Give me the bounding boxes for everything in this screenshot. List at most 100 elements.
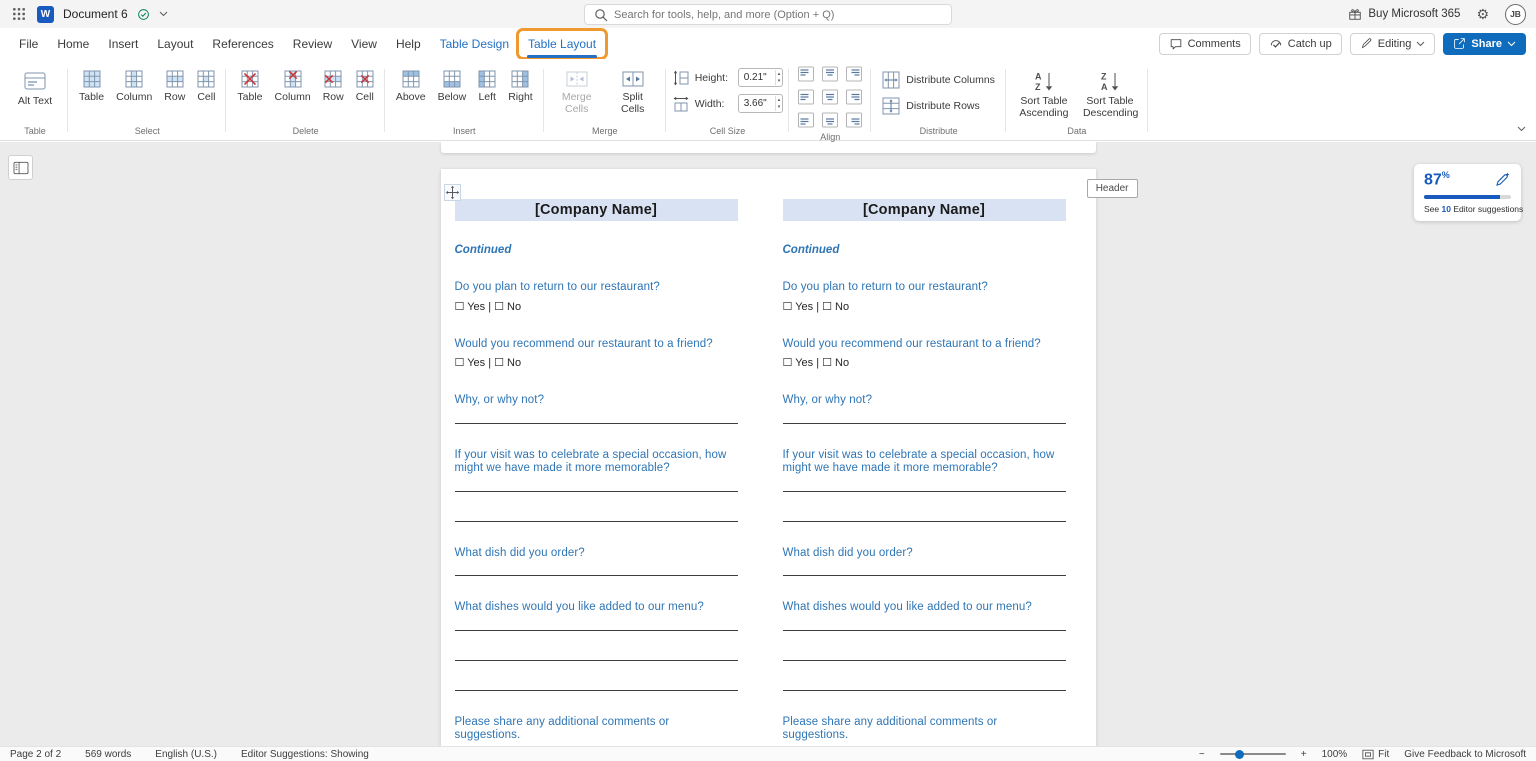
word-count[interactable]: 569 words bbox=[85, 749, 131, 760]
survey-question[interactable]: Please share any additional comments or … bbox=[455, 716, 738, 743]
continued-label[interactable]: Continued bbox=[455, 244, 738, 256]
word-logo[interactable]: W bbox=[37, 5, 54, 23]
zoom-level[interactable]: 100% bbox=[1322, 749, 1348, 760]
tab-table-layout[interactable]: Table Layout bbox=[515, 27, 609, 60]
survey-question[interactable]: If your visit was to celebrate a special… bbox=[783, 449, 1066, 476]
tab-layout[interactable]: Layout bbox=[148, 31, 202, 57]
answer-line[interactable] bbox=[782, 661, 1066, 691]
answer-line[interactable] bbox=[454, 476, 738, 492]
tab-help[interactable]: Help bbox=[387, 31, 430, 57]
tab-file[interactable]: File bbox=[10, 31, 47, 57]
answer-line[interactable] bbox=[782, 631, 1066, 661]
merge-cells-button[interactable]: Merge Cells bbox=[550, 66, 604, 119]
select-column-button[interactable]: Column bbox=[111, 66, 157, 107]
feedback-link[interactable]: Give Feedback to Microsoft bbox=[1404, 749, 1526, 760]
survey-question[interactable]: What dish did you order? bbox=[455, 547, 738, 561]
answer-line[interactable] bbox=[782, 560, 1066, 576]
company-name-header[interactable]: [Company Name] bbox=[782, 199, 1066, 221]
yes-no-checkboxes[interactable]: ☐ Yes | ☐ No bbox=[455, 300, 738, 313]
split-cells-button[interactable]: Split Cells bbox=[606, 66, 660, 119]
editor-suggestions-status[interactable]: Editor Suggestions: Showing bbox=[241, 749, 369, 760]
distribute-columns-button[interactable]: Distribute Columns bbox=[877, 68, 1000, 92]
survey-question[interactable]: Would you recommend our restaurant to a … bbox=[455, 338, 738, 352]
navigation-pane-toggle[interactable] bbox=[8, 155, 33, 180]
sort-table-descending-button[interactable]: ZA Sort Table Descending bbox=[1078, 66, 1142, 123]
survey-question[interactable]: Please share any additional comments or … bbox=[783, 716, 1066, 743]
autosave-status-icon[interactable] bbox=[137, 8, 150, 21]
survey-question[interactable]: Would you recommend our restaurant to a … bbox=[783, 338, 1066, 352]
editing-mode-dropdown[interactable]: Editing bbox=[1349, 32, 1436, 55]
yes-no-checkboxes[interactable]: ☐ Yes | ☐ No bbox=[455, 356, 738, 369]
editor-score-card[interactable]: 87% See 10 Editor suggestions bbox=[1414, 164, 1523, 221]
delete-table-button[interactable]: Table bbox=[232, 66, 267, 107]
comments-button[interactable]: Comments bbox=[1158, 32, 1251, 55]
answer-line[interactable] bbox=[454, 492, 738, 522]
answer-line[interactable] bbox=[782, 492, 1066, 522]
survey-question[interactable]: Why, or why not? bbox=[455, 394, 738, 408]
share-button[interactable]: Share bbox=[1443, 32, 1526, 55]
answer-line[interactable] bbox=[454, 408, 738, 424]
survey-question[interactable]: Why, or why not? bbox=[783, 394, 1066, 408]
answer-line[interactable] bbox=[454, 560, 738, 576]
select-cell-button[interactable]: Cell bbox=[192, 66, 220, 107]
width-stepper[interactable]: ▴ ▾ bbox=[774, 96, 783, 111]
select-row-button[interactable]: Row bbox=[159, 66, 190, 107]
insert-left-button[interactable]: Left bbox=[473, 66, 501, 107]
align-center-left-button[interactable] bbox=[795, 88, 817, 106]
column-width-input[interactable] bbox=[738, 98, 775, 109]
align-center-button[interactable] bbox=[819, 88, 841, 106]
row-height-input[interactable] bbox=[738, 72, 775, 83]
document-title[interactable]: Document 6 bbox=[63, 7, 128, 21]
answer-line[interactable] bbox=[454, 661, 738, 691]
tab-references[interactable]: References bbox=[203, 31, 282, 57]
tab-view[interactable]: View bbox=[342, 31, 386, 57]
align-top-center-button[interactable] bbox=[819, 65, 841, 83]
align-bottom-left-button[interactable] bbox=[795, 111, 817, 129]
delete-column-button[interactable]: Column bbox=[270, 66, 316, 107]
zoom-out-button[interactable]: − bbox=[1199, 749, 1205, 760]
yes-no-checkboxes[interactable]: ☐ Yes | ☐ No bbox=[783, 356, 1066, 369]
alt-text-button[interactable]: Alt Text bbox=[8, 66, 62, 111]
tab-table-design[interactable]: Table Design bbox=[431, 31, 518, 57]
language-indicator[interactable]: English (U.S.) bbox=[155, 749, 217, 760]
sort-table-ascending-button[interactable]: AZ Sort Table Ascending bbox=[1012, 66, 1076, 123]
survey-question[interactable]: If your visit was to celebrate a special… bbox=[455, 449, 738, 476]
survey-question[interactable]: What dishes would you like added to our … bbox=[783, 601, 1066, 615]
survey-question[interactable]: Do you plan to return to our restaurant? bbox=[455, 281, 738, 295]
answer-line[interactable] bbox=[782, 615, 1066, 631]
company-name-header[interactable]: [Company Name] bbox=[454, 199, 738, 221]
tab-home[interactable]: Home bbox=[48, 31, 98, 57]
search-bar[interactable] bbox=[584, 4, 952, 25]
survey-question[interactable]: Do you plan to return to our restaurant? bbox=[783, 281, 1066, 295]
align-center-right-button[interactable] bbox=[843, 88, 865, 106]
continued-label[interactable]: Continued bbox=[783, 244, 1066, 256]
yes-no-checkboxes[interactable]: ☐ Yes | ☐ No bbox=[783, 300, 1066, 313]
tab-insert[interactable]: Insert bbox=[99, 31, 147, 57]
zoom-in-button[interactable]: + bbox=[1301, 749, 1307, 760]
delete-row-button[interactable]: Row bbox=[318, 66, 349, 107]
table-move-handle[interactable] bbox=[443, 184, 461, 201]
catch-up-button[interactable]: Catch up bbox=[1258, 32, 1342, 55]
insert-above-button[interactable]: Above bbox=[391, 66, 431, 107]
survey-question[interactable]: What dishes would you like added to our … bbox=[455, 601, 738, 615]
align-bottom-center-button[interactable] bbox=[819, 111, 841, 129]
insert-right-button[interactable]: Right bbox=[503, 66, 538, 107]
answer-line[interactable] bbox=[454, 615, 738, 631]
select-table-button[interactable]: Table bbox=[74, 66, 109, 107]
page-indicator[interactable]: Page 2 of 2 bbox=[10, 749, 61, 760]
answer-line[interactable] bbox=[454, 631, 738, 661]
delete-cell-button[interactable]: Cell bbox=[351, 66, 379, 107]
account-avatar[interactable]: JB bbox=[1505, 3, 1526, 25]
app-launcher-button[interactable] bbox=[10, 5, 28, 23]
editor-suggestions-link[interactable]: See 10 Editor suggestions bbox=[1424, 204, 1523, 214]
search-input[interactable] bbox=[614, 8, 942, 21]
survey-question[interactable]: What dish did you order? bbox=[783, 547, 1066, 561]
settings-gear-icon[interactable]: ⚙ bbox=[1476, 7, 1489, 21]
document-page[interactable]: Header [Company Name] Continued Do you pla… bbox=[440, 169, 1138, 746]
zoom-slider[interactable] bbox=[1219, 749, 1286, 759]
tab-review[interactable]: Review bbox=[284, 31, 341, 57]
align-bottom-right-button[interactable] bbox=[843, 111, 865, 129]
height-stepper[interactable]: ▴ ▾ bbox=[774, 70, 783, 85]
fit-button[interactable]: Fit bbox=[1362, 749, 1389, 760]
align-top-left-button[interactable] bbox=[795, 65, 817, 83]
